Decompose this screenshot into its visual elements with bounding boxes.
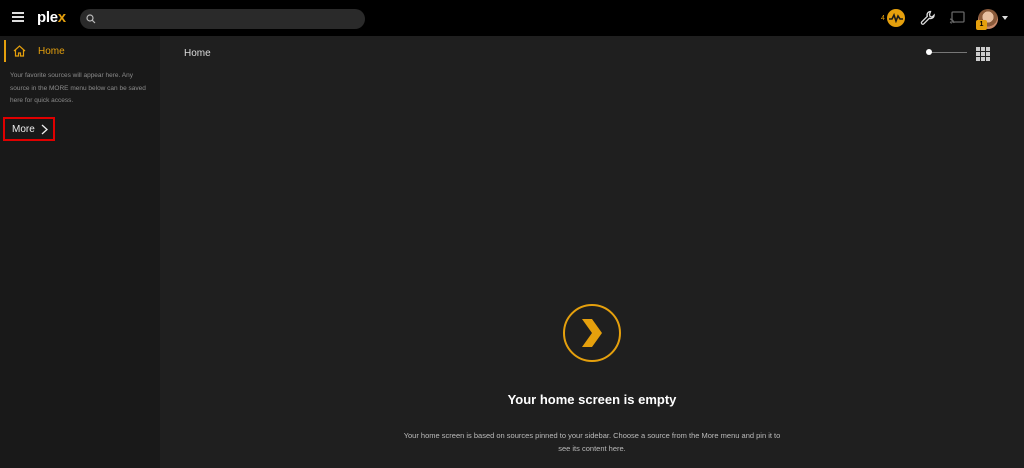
activity-icon [886, 9, 905, 27]
top-bar: plex 4 1 [0, 0, 1024, 36]
chevron-right-icon [41, 124, 48, 134]
sidebar-note: Your favorite sources will appear here. … [10, 72, 146, 104]
home-icon [13, 45, 26, 57]
menu-icon[interactable] [12, 12, 24, 22]
notification-badge: 1 [976, 20, 987, 30]
more-button[interactable]: More [3, 117, 55, 141]
slider-track [929, 51, 967, 53]
cast-icon[interactable] [949, 11, 965, 25]
sidebar-item-home[interactable]: Home [4, 40, 156, 62]
plex-logo[interactable]: plex [37, 9, 66, 26]
empty-state-description: Your home screen is based on sources pin… [403, 431, 781, 453]
user-avatar[interactable]: 1 [976, 9, 998, 30]
zoom-slider[interactable] [926, 48, 968, 56]
page-title: Home [184, 48, 211, 59]
grid-icon[interactable] [976, 47, 990, 61]
sidebar: Home Your favorite sources will appear h… [0, 36, 160, 468]
logo-accent: x [57, 9, 66, 26]
search-input[interactable] [80, 9, 365, 29]
chevron-down-icon[interactable] [1002, 16, 1008, 20]
wrench-icon[interactable] [920, 10, 936, 26]
more-label: More [12, 123, 35, 135]
empty-state-title: Your home screen is empty [507, 392, 677, 407]
activity-count: 4 [881, 14, 885, 22]
slider-knob[interactable] [926, 49, 932, 55]
sidebar-item-label: Home [38, 45, 65, 57]
activity-button[interactable]: 4 [881, 8, 905, 28]
search-icon [86, 14, 96, 24]
logo-text: ple [37, 9, 58, 26]
app-root: plex 4 1 Home Your favorite sources will… [0, 0, 1024, 468]
plex-chevron-icon [563, 304, 621, 362]
main-content: Home Your home screen is empty Your home… [160, 36, 1024, 468]
